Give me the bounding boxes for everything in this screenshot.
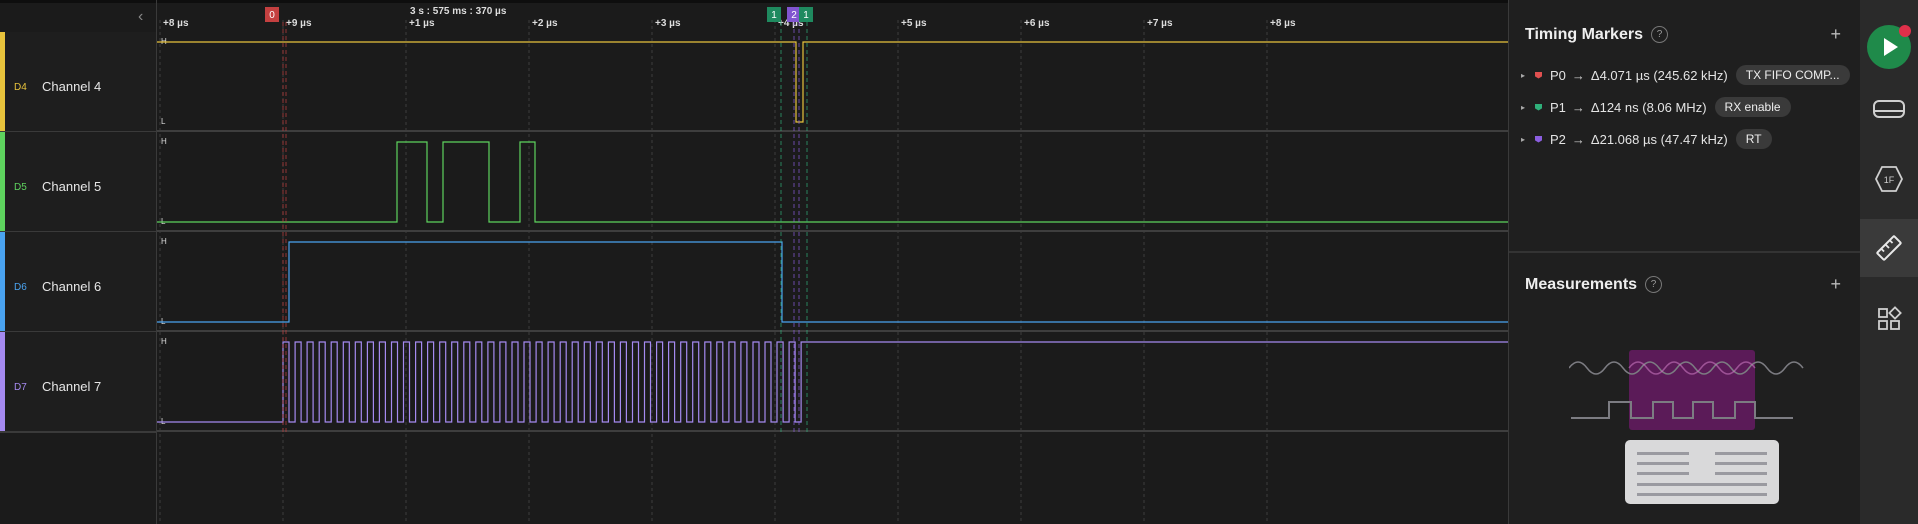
marker-pair-row[interactable]: ▸ P2 → Δ21.068 µs (47.47 kHz) RT bbox=[1521, 128, 1772, 150]
add-marker-button[interactable]: + bbox=[1830, 24, 1841, 45]
waveform-view[interactable]: +8 µs +9 µs +1 µs +2 µs +3 µs +4 µs +5 µs +6 µs… bbox=[157, 0, 1508, 524]
channel-color-strip bbox=[0, 32, 5, 131]
expand-icon[interactable]: ▸ bbox=[1521, 71, 1535, 80]
cursor-time-label: 3 s : 575 ms : 370 µs bbox=[410, 6, 507, 17]
marker-pair-row[interactable]: ▸ P0 → Δ4.071 µs (245.62 kHz) TX FIFO CO… bbox=[1521, 64, 1850, 86]
channel-code: D5 bbox=[14, 182, 27, 193]
help-icon[interactable]: ? bbox=[1645, 276, 1663, 293]
play-button-icon bbox=[1867, 25, 1911, 69]
time-tick-label: +9 µs bbox=[286, 18, 312, 29]
extensions-icon bbox=[1878, 306, 1902, 330]
marker-pair-name: P1 bbox=[1550, 99, 1566, 115]
channel-code: D6 bbox=[14, 282, 27, 293]
marker-delta: Δ21.068 µs (47.47 kHz) bbox=[1590, 131, 1728, 147]
marker-tag[interactable]: RT bbox=[1735, 129, 1772, 149]
channel-row-4[interactable]: D4 Channel 4 bbox=[0, 32, 156, 133]
timing-marker-flag-label: 1 bbox=[771, 10, 777, 21]
analyzers-button[interactable]: 1F bbox=[1860, 150, 1918, 208]
marker-tag[interactable]: TX FIFO COMP... bbox=[1735, 65, 1850, 85]
channel-row-6[interactable]: D6 Channel 6 bbox=[0, 232, 156, 333]
marker-flag-icon bbox=[1535, 135, 1542, 143]
add-measurement-button[interactable]: + bbox=[1830, 274, 1841, 295]
collapse-panel-icon[interactable]: ‹ bbox=[138, 8, 143, 26]
measurement-card-illustration bbox=[1625, 440, 1779, 504]
measurements-title: Measurements bbox=[1525, 276, 1638, 293]
channel-row-5[interactable]: D5 Channel 5 bbox=[0, 132, 156, 233]
channel-color-strip bbox=[0, 332, 5, 431]
arrow-icon: → bbox=[1571, 99, 1585, 115]
marker-pair-row[interactable]: ▸ P1 → Δ124 ns (8.06 MHz) RX enable bbox=[1521, 96, 1791, 118]
ruler-icon bbox=[1876, 235, 1902, 261]
channel-code: D7 bbox=[14, 382, 27, 393]
device-icon bbox=[1873, 100, 1905, 118]
channel-name[interactable]: Channel 6 bbox=[42, 279, 101, 294]
time-tick-label: +2 µs bbox=[532, 18, 558, 29]
side-toolbar: 1F bbox=[1860, 0, 1918, 524]
expand-icon[interactable]: ▸ bbox=[1521, 135, 1535, 144]
marker-delta: Δ124 ns (8.06 MHz) bbox=[1590, 99, 1707, 115]
time-tick-label: +8 µs bbox=[1270, 18, 1296, 29]
timing-marker-flag-label: 0 bbox=[269, 10, 275, 21]
analyzer-icon-text: 1F bbox=[1884, 175, 1895, 185]
timing-marker-flag-label: 2 bbox=[791, 10, 797, 21]
measurement-illustration bbox=[1569, 350, 1804, 430]
measurements-header: Measurements? bbox=[1525, 276, 1663, 294]
channel-name[interactable]: Channel 4 bbox=[42, 79, 101, 94]
time-tick-label: +7 µs bbox=[1147, 18, 1173, 29]
marker-flag-icon bbox=[1535, 103, 1542, 111]
annotations-panel: Timing Markers? + ▸ P0 → Δ4.071 µs (245.… bbox=[1508, 0, 1861, 524]
time-tick-label: +6 µs bbox=[1024, 18, 1050, 29]
level-high-label: H bbox=[161, 137, 167, 146]
section-divider bbox=[1509, 251, 1861, 253]
measurements-tool-button[interactable] bbox=[1860, 219, 1918, 277]
channel-7-trace bbox=[157, 341, 1508, 423]
channel-color-strip bbox=[0, 132, 5, 231]
timing-markers-header: Timing Markers? bbox=[1525, 26, 1668, 44]
channel-row-7[interactable]: D7 Channel 7 bbox=[0, 332, 156, 433]
channel-color-strip bbox=[0, 232, 5, 331]
channel-name[interactable]: Channel 7 bbox=[42, 379, 101, 394]
channel-code: D4 bbox=[14, 82, 27, 93]
channel-5-trace bbox=[157, 141, 1508, 223]
expand-icon[interactable]: ▸ bbox=[1521, 103, 1535, 112]
marker-pair-name: P0 bbox=[1550, 67, 1566, 83]
time-tick-label: +3 µs bbox=[655, 18, 681, 29]
time-tick-label: +5 µs bbox=[901, 18, 927, 29]
channel-6-trace bbox=[157, 241, 1508, 323]
level-low-label: L bbox=[161, 117, 166, 126]
help-icon[interactable]: ? bbox=[1650, 26, 1668, 43]
channel-name[interactable]: Channel 5 bbox=[42, 179, 101, 194]
analyzer-icon: 1F bbox=[1874, 166, 1904, 192]
marker-pair-name: P2 bbox=[1550, 131, 1566, 147]
start-capture-button[interactable] bbox=[1860, 17, 1918, 75]
level-high-label: H bbox=[161, 237, 167, 246]
device-button[interactable] bbox=[1860, 80, 1918, 138]
channel-4-trace bbox=[157, 41, 1508, 123]
extensions-button[interactable] bbox=[1860, 290, 1918, 348]
time-tick-label: +1 µs bbox=[409, 18, 435, 29]
arrow-icon: → bbox=[1571, 67, 1585, 83]
marker-delta: Δ4.071 µs (245.62 kHz) bbox=[1590, 67, 1728, 83]
timing-marker-flag-label: 1 bbox=[803, 10, 809, 21]
marker-flag-icon bbox=[1535, 71, 1542, 79]
timing-markers-title: Timing Markers bbox=[1525, 26, 1643, 43]
time-tick-label: +8 µs bbox=[163, 18, 189, 29]
level-high-label: H bbox=[161, 337, 167, 346]
marker-tag[interactable]: RX enable bbox=[1714, 97, 1791, 117]
arrow-icon: → bbox=[1571, 131, 1585, 147]
